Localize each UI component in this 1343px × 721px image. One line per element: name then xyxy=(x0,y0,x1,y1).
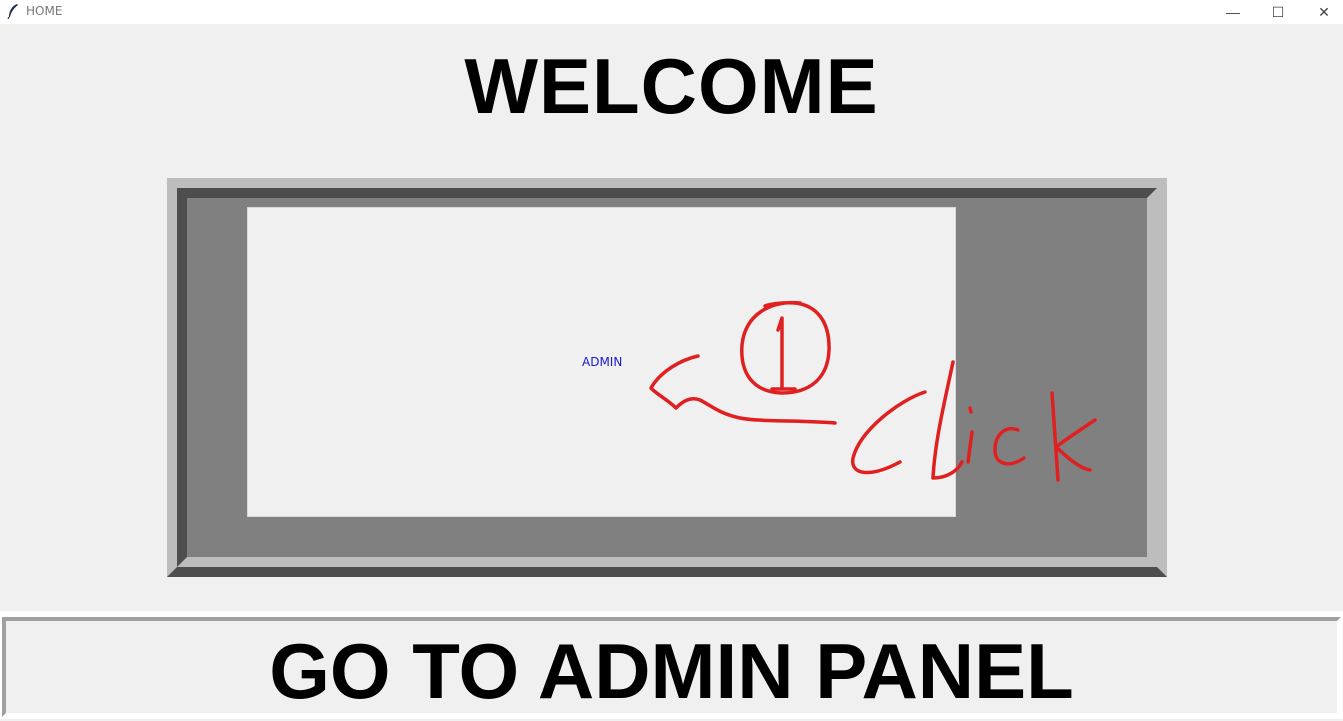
feather-icon xyxy=(7,4,18,19)
separator xyxy=(0,611,1343,615)
admin-link[interactable]: ADMIN xyxy=(582,355,622,369)
close-button[interactable]: ✕ xyxy=(1301,0,1343,24)
title-bar: HOME — ☐ ✕ xyxy=(0,0,1343,24)
maximize-button[interactable]: ☐ xyxy=(1255,0,1301,24)
minimize-button[interactable]: — xyxy=(1210,0,1256,24)
window-title: HOME xyxy=(26,4,63,18)
welcome-heading: WELCOME xyxy=(464,42,879,130)
go-to-admin-panel-button[interactable]: GO TO ADMIN PANEL xyxy=(0,615,1343,719)
